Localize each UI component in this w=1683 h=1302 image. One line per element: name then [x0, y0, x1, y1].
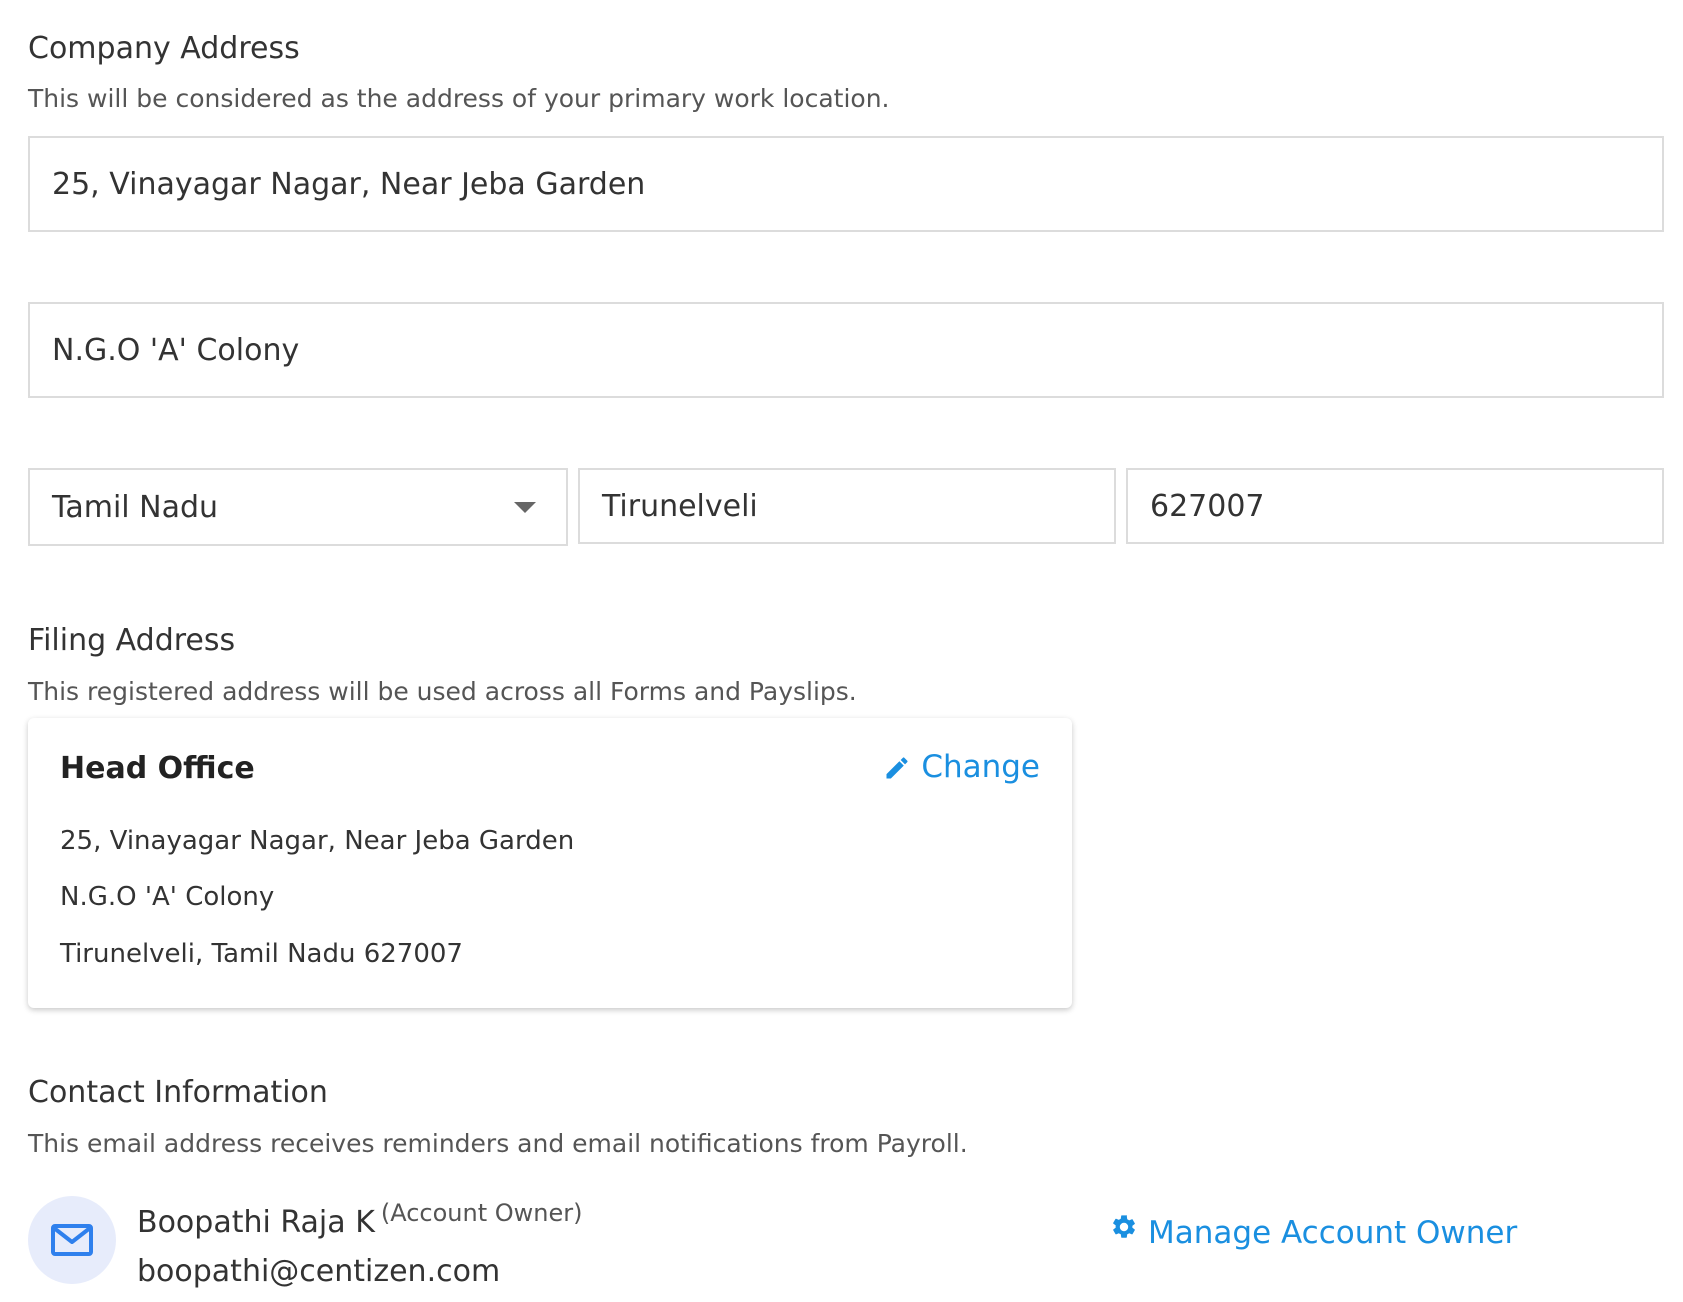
card-title: Head Office	[60, 751, 255, 786]
avatar	[28, 1196, 116, 1284]
state-select-value: Tamil Nadu	[52, 489, 219, 525]
company-address-description: This will be considered as the address o…	[28, 84, 890, 113]
owner-role: (Account Owner)	[380, 1199, 583, 1227]
address-line1-value: 25, Vinayagar Nagar, Near Jeba Garden	[52, 166, 646, 202]
pincode-input[interactable]: 627007	[1126, 468, 1664, 544]
owner-name-row: Boopathi Raja K (Account Owner)	[137, 1201, 583, 1238]
manage-account-owner-button[interactable]: Manage Account Owner	[1110, 1214, 1518, 1251]
change-label: Change	[921, 749, 1040, 785]
city-input[interactable]: Tirunelveli	[578, 468, 1116, 544]
card-address-line1: 25, Vinayagar Nagar, Near Jeba Garden	[60, 826, 575, 856]
city-value: Tirunelveli	[602, 488, 758, 524]
contact-information-description: This email address receives reminders an…	[28, 1129, 968, 1158]
mail-icon	[51, 1224, 93, 1256]
pincode-value: 627007	[1150, 488, 1265, 524]
owner-name: Boopathi Raja K	[137, 1205, 375, 1240]
settings-page: Company Address This will be considered …	[0, 0, 1683, 1302]
contact-information-title: Contact Information	[28, 1075, 328, 1110]
company-address-title: Company Address	[28, 31, 300, 66]
manage-account-owner-label: Manage Account Owner	[1148, 1215, 1518, 1251]
address-line2-value: N.G.O 'A' Colony	[52, 332, 300, 368]
address-line2-input[interactable]: N.G.O 'A' Colony	[28, 302, 1664, 398]
address-line1-input[interactable]: 25, Vinayagar Nagar, Near Jeba Garden	[28, 136, 1664, 232]
card-address-line2: N.G.O 'A' Colony	[60, 882, 275, 912]
gear-icon	[1113, 1214, 1135, 1238]
chevron-down-icon[interactable]	[514, 501, 536, 513]
state-select[interactable]: Tamil Nadu	[28, 468, 568, 546]
filing-address-title: Filing Address	[28, 623, 236, 658]
change-button[interactable]: Change	[883, 752, 1040, 783]
pencil-icon	[886, 756, 908, 778]
filing-address-card: Head Office Change 25, Vinayagar Nagar, …	[28, 718, 1072, 1008]
owner-email: boopathi@centizen.com	[137, 1254, 501, 1289]
card-address-line3: Tirunelveli, Tamil Nadu 627007	[60, 939, 463, 969]
filing-address-description: This registered address will be used acr…	[28, 677, 857, 706]
